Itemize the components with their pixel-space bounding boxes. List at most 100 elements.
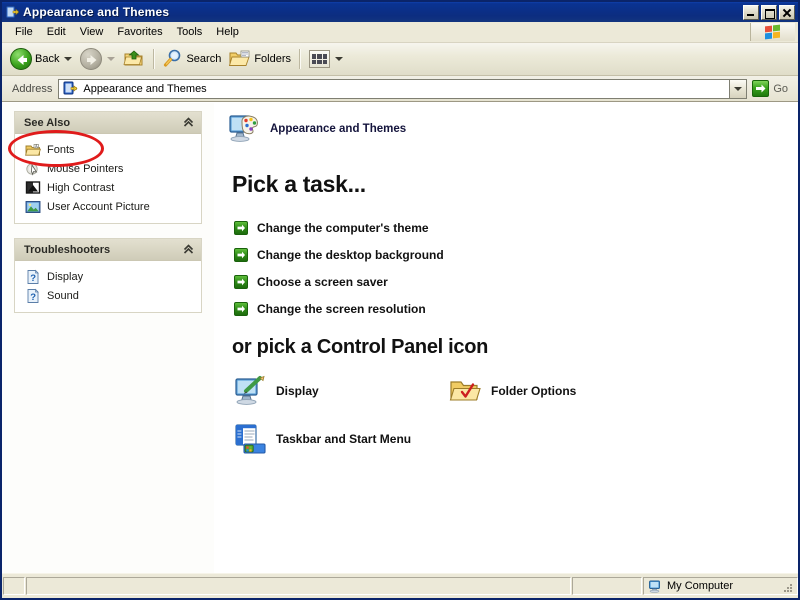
status-cell-my-computer: My Computer [643, 577, 798, 595]
menu-item-help[interactable]: Help [209, 24, 246, 41]
status-cell-spacer [3, 577, 25, 595]
chevron-up-icon[interactable] [183, 244, 194, 255]
explorer-window: Appearance and Themes File Edit View Fav… [0, 0, 800, 600]
go-button[interactable]: Go [747, 78, 796, 100]
toolbar-separator-2 [299, 49, 302, 69]
task-choose-screen-saver[interactable]: Choose a screen saver [234, 268, 798, 295]
menu-item-tools[interactable]: Tools [170, 24, 210, 41]
folders-button[interactable]: Folders [225, 47, 295, 71]
panel-title: Troubleshooters [24, 243, 111, 256]
menu-bar: File Edit View Favorites Tools Help [2, 22, 798, 43]
cp-item-label: Folder Options [491, 384, 577, 398]
cp-item-label: Taskbar and Start Menu [276, 432, 412, 446]
chevron-up-icon[interactable] [183, 117, 194, 128]
close-button[interactable] [779, 4, 795, 20]
go-label: Go [773, 82, 788, 95]
views-button[interactable] [305, 47, 347, 71]
cp-item-taskbar-start-menu[interactable]: Taskbar and Start Menu [234, 423, 449, 455]
help-question-icon: ? [25, 269, 41, 285]
sidebar-item-label: Fonts [47, 143, 75, 156]
address-label: Address [12, 82, 53, 95]
maximize-button[interactable] [761, 4, 777, 20]
address-bar: Address Appearance and Themes Go [2, 76, 798, 102]
panel-header-see-also[interactable]: See Also [15, 112, 201, 134]
address-value: Appearance and Themes [83, 82, 207, 95]
pick-control-panel-icon-heading: or pick a Control Panel icon [232, 336, 489, 358]
window-title: Appearance and Themes [23, 5, 170, 19]
control-panel-icon-grid: Display Folder Options Taskbar and Start… [234, 375, 798, 455]
title-bar: Appearance and Themes [2, 2, 798, 22]
green-arrow-icon [234, 220, 248, 235]
task-label: Change the screen resolution [257, 301, 426, 316]
search-button[interactable]: Search [159, 47, 225, 71]
go-arrow-icon [752, 80, 770, 97]
up-folder-icon [123, 49, 145, 69]
forward-button[interactable] [76, 47, 119, 71]
forward-arrow-icon [80, 48, 103, 70]
panel-body-see-also: A Fonts Mouse Pointers High Contrast Use… [15, 134, 201, 223]
windows-flag-icon [750, 23, 795, 41]
sidebar-item-mouse-pointers[interactable]: Mouse Pointers [15, 159, 201, 178]
menu-item-edit[interactable]: Edit [40, 24, 73, 41]
minimize-button[interactable] [743, 4, 759, 20]
my-computer-icon [648, 579, 662, 593]
task-label: Change the desktop background [257, 247, 444, 262]
task-change-desktop-background[interactable]: Change the desktop background [234, 241, 798, 268]
cp-item-display[interactable]: Display [234, 375, 449, 407]
up-button[interactable] [119, 47, 149, 71]
folder-options-icon [449, 375, 481, 407]
task-label: Change the computer's theme [257, 220, 429, 235]
sidebar-item-label: Display [47, 270, 84, 283]
task-change-theme[interactable]: Change the computer's theme [234, 214, 798, 241]
sidebar-item-sound-troubleshooter[interactable]: ? Sound [15, 286, 201, 305]
panel-see-also: See Also A Fonts Mouse Pointers High Con… [14, 111, 202, 224]
svg-text:?: ? [30, 273, 36, 284]
sidebar-item-fonts[interactable]: A Fonts [15, 140, 201, 159]
panel-troubleshooters: Troubleshooters ? Display ? Sound [14, 238, 202, 313]
control-panel-icon [5, 5, 19, 19]
views-grid-icon [309, 50, 331, 68]
sidebar-item-user-account-picture[interactable]: User Account Picture [15, 197, 201, 216]
content-area: See Also A Fonts Mouse Pointers High Con… [2, 102, 798, 573]
task-change-screen-resolution[interactable]: Change the screen resolution [234, 295, 798, 322]
panel-header-troubleshooters[interactable]: Troubleshooters [15, 239, 201, 261]
views-dropdown-icon[interactable] [335, 57, 344, 61]
navigation-toolbar: Back Search Folders [2, 43, 798, 76]
menu-item-file[interactable]: File [8, 24, 40, 41]
menu-item-view[interactable]: View [73, 24, 111, 41]
display-icon [234, 375, 266, 407]
back-button[interactable]: Back [6, 47, 76, 71]
mouse-pointer-icon [25, 161, 41, 177]
status-bar: My Computer [2, 573, 798, 598]
category-header: Appearance and Themes [228, 113, 798, 145]
fonts-folder-icon: A [25, 142, 41, 158]
cp-item-folder-options[interactable]: Folder Options [449, 375, 798, 407]
sidebar-item-label: User Account Picture [47, 200, 150, 213]
sidebar-item-label: Sound [47, 289, 79, 302]
user-picture-icon [25, 199, 41, 215]
pick-a-task-heading: Pick a task... [232, 171, 366, 197]
back-label: Back [35, 53, 60, 65]
high-contrast-icon [25, 180, 41, 196]
toolbar-separator [153, 49, 156, 69]
address-dropdown-button[interactable] [729, 78, 748, 99]
folders-icon [229, 50, 251, 68]
search-label: Search [186, 53, 222, 65]
sidebar-item-label: High Contrast [47, 181, 115, 194]
menu-item-favorites[interactable]: Favorites [110, 24, 169, 41]
chevron-down-icon [734, 86, 743, 91]
help-question-icon: ? [25, 288, 41, 304]
cp-item-label: Display [276, 384, 319, 398]
status-text: My Computer [667, 580, 734, 592]
category-label: Appearance and Themes [270, 123, 407, 135]
forward-dropdown-icon[interactable] [107, 57, 116, 61]
task-label: Choose a screen saver [257, 274, 388, 289]
green-arrow-icon [234, 274, 248, 289]
resize-grip[interactable] [779, 579, 793, 593]
sidebar-item-display-troubleshooter[interactable]: ? Display [15, 267, 201, 286]
sidebar-item-high-contrast[interactable]: High Contrast [15, 178, 201, 197]
green-arrow-icon [234, 247, 248, 262]
address-input[interactable]: Appearance and Themes [58, 78, 730, 99]
main-pane: Appearance and Themes Pick a task... Cha… [214, 103, 798, 573]
back-dropdown-icon[interactable] [64, 57, 73, 61]
